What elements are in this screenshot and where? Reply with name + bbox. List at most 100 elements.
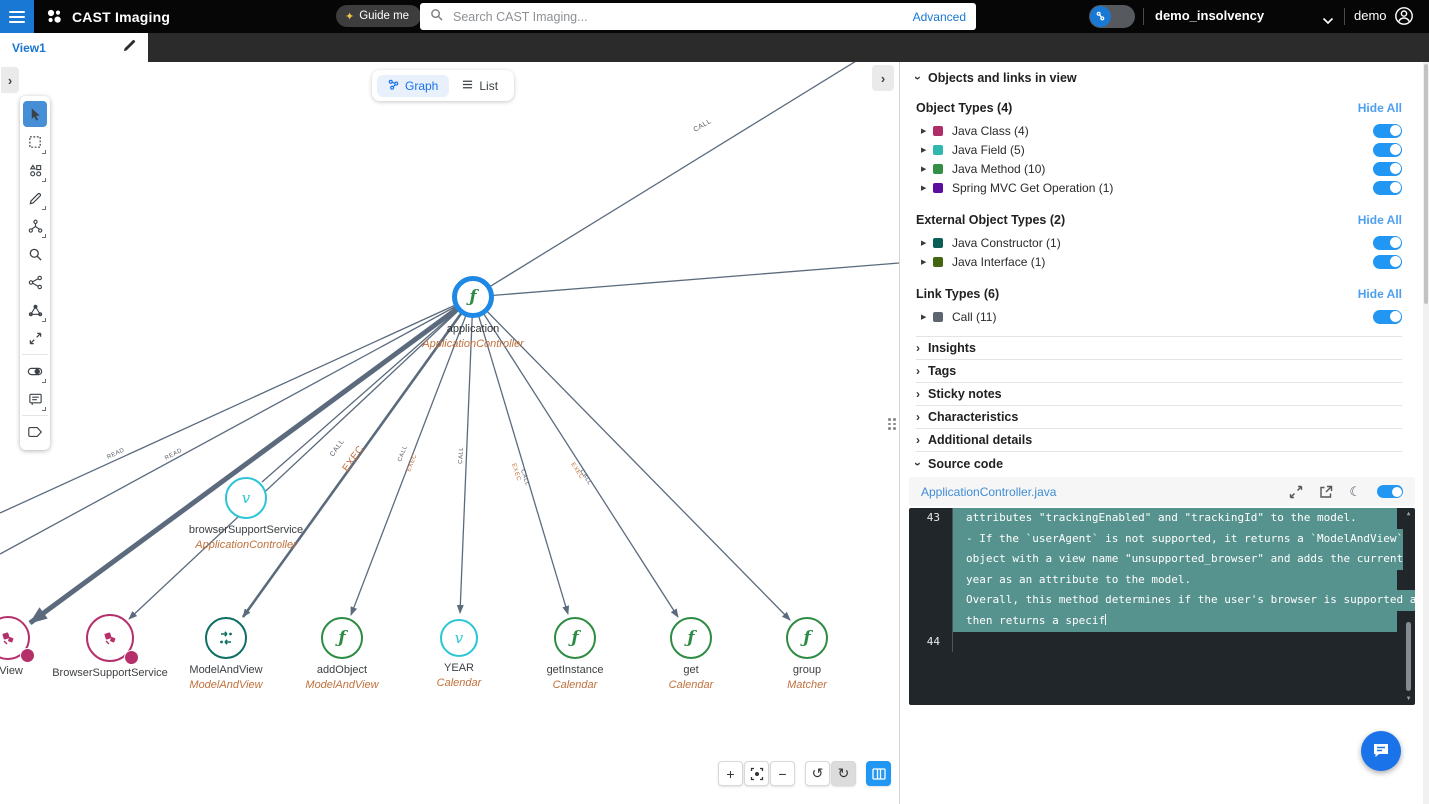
type-row[interactable]: ▶ Java Class (4): [916, 121, 1402, 140]
source-file-name[interactable]: ApplicationController.java: [921, 485, 1273, 499]
type-color-swatch: [933, 183, 943, 193]
type-row[interactable]: ▶ Call (11): [916, 307, 1402, 326]
expand-triangle-icon[interactable]: ▶: [921, 127, 933, 135]
section-source-code[interactable]: › Source code: [916, 451, 1402, 475]
tag-tool[interactable]: [23, 419, 47, 445]
hamburger-menu-button[interactable]: [0, 0, 34, 33]
visibility-toggle[interactable]: [1373, 162, 1402, 176]
graph-icon: [388, 79, 399, 93]
workspace-name[interactable]: demo_insolvency: [1155, 8, 1264, 23]
dark-mode-icon[interactable]: ☾: [1349, 484, 1361, 500]
guide-me-button[interactable]: ✦ Guide me: [336, 5, 421, 27]
search-icon: [430, 8, 443, 26]
visibility-toggle[interactable]: [1373, 124, 1402, 138]
hide-all-external-object-types[interactable]: Hide All: [1358, 213, 1402, 227]
workspace-chevron-down-icon[interactable]: [1322, 12, 1334, 30]
hide-all-link-types[interactable]: Hide All: [1358, 287, 1402, 301]
add-objects-tool[interactable]: [23, 157, 47, 183]
type-color-swatch: [933, 312, 943, 322]
zoom-out-button[interactable]: −: [770, 761, 795, 786]
username[interactable]: demo: [1354, 8, 1387, 23]
zoom-fit-button[interactable]: [744, 761, 769, 786]
graph-view-tab[interactable]: Graph: [377, 75, 449, 97]
section-objects-and-links[interactable]: › Objects and links in view: [916, 66, 1402, 90]
node-ModelAndView[interactable]: [205, 617, 247, 659]
source-code-viewer[interactable]: 43 attributes "trackingEnabled" and "tra…: [909, 508, 1415, 705]
expand-tool[interactable]: [23, 325, 47, 351]
expand-triangle-icon[interactable]: ▶: [921, 146, 933, 154]
user-avatar-icon[interactable]: [1394, 6, 1414, 31]
expand-triangle-icon[interactable]: ▶: [921, 239, 933, 247]
type-row[interactable]: ▶ Java Constructor (1): [916, 233, 1402, 252]
expand-triangle-icon[interactable]: ▶: [921, 165, 933, 173]
visibility-toggle[interactable]: [1373, 143, 1402, 157]
node-YEAR[interactable]: v: [440, 619, 478, 657]
node-BrowserSupportService[interactable]: [86, 614, 134, 662]
edit-view-name-icon[interactable]: [123, 39, 136, 57]
page-scrollbar[interactable]: [1423, 62, 1429, 804]
source-file-bar: ApplicationController.java ☾: [909, 477, 1415, 506]
visibility-toggle[interactable]: [1373, 310, 1402, 324]
code-scrollbar[interactable]: ▲ ▼: [1404, 510, 1413, 703]
code-line: object with a view name "unsupported_bro…: [909, 549, 1415, 570]
select-tool[interactable]: [23, 101, 47, 127]
open-in-new-window-icon[interactable]: [1319, 485, 1333, 499]
graph-edge[interactable]: [473, 263, 899, 297]
workspace-switcher-toggle[interactable]: [1089, 5, 1135, 28]
graph-edge[interactable]: [473, 62, 861, 297]
zoom-in-button[interactable]: +: [718, 761, 743, 786]
node-application[interactable]: ƒ: [452, 276, 494, 318]
type-row[interactable]: ▶ Java Method (10): [916, 159, 1402, 178]
left-panel-expand-button[interactable]: ›: [1, 67, 19, 93]
undo-button[interactable]: ↺: [805, 761, 830, 786]
section-sticky-notes[interactable]: › Sticky notes: [916, 382, 1402, 405]
graph-edge[interactable]: [30, 297, 473, 623]
hide-all-object-types[interactable]: Hide All: [1358, 101, 1402, 115]
toggle-tool[interactable]: [23, 358, 47, 384]
section-additional-details[interactable]: › Additional details: [916, 428, 1402, 451]
source-theme-toggle[interactable]: [1377, 485, 1403, 498]
hierarchy-tool[interactable]: [23, 213, 47, 239]
visibility-toggle[interactable]: [1373, 181, 1402, 195]
node-getInstance[interactable]: ƒ: [554, 617, 596, 659]
right-panel-collapse-button[interactable]: ›: [872, 65, 894, 91]
tab-view1[interactable]: View1: [0, 33, 148, 62]
group-tool[interactable]: [23, 297, 47, 323]
section-characteristics[interactable]: › Characteristics: [916, 405, 1402, 428]
type-row[interactable]: ▶ Java Field (5): [916, 140, 1402, 159]
node-get[interactable]: ƒ: [670, 617, 712, 659]
panel-resize-handle[interactable]: [888, 418, 896, 430]
chevron-right-icon: ›: [916, 341, 920, 355]
expand-triangle-icon[interactable]: ▶: [921, 184, 933, 192]
expand-source-icon[interactable]: [1289, 485, 1303, 499]
list-view-tab[interactable]: List: [451, 75, 509, 97]
graph-canvas[interactable]: CALLREADREADCALLEXECCALLEXECCALLEXECCALL…: [0, 62, 899, 804]
app-title: CAST Imaging: [72, 9, 170, 25]
zoom-controls: + −↺↻: [718, 761, 892, 786]
graph-edge[interactable]: [262, 297, 473, 482]
search-tool[interactable]: [23, 241, 47, 267]
node-addObject[interactable]: ƒ: [321, 617, 363, 659]
chevron-down-icon: ›: [911, 462, 925, 466]
visibility-toggle[interactable]: [1373, 255, 1402, 269]
expand-triangle-icon[interactable]: ▶: [921, 313, 933, 321]
section-tags[interactable]: › Tags: [916, 359, 1402, 382]
edit-tool[interactable]: [23, 185, 47, 211]
hamburger-icon: [9, 8, 25, 26]
marquee-select-tool[interactable]: [23, 129, 47, 155]
chevron-right-icon: ›: [916, 410, 920, 424]
visibility-toggle[interactable]: [1373, 236, 1402, 250]
search-bar[interactable]: Search CAST Imaging... Advanced: [420, 3, 976, 30]
node-browserSupportService-field[interactable]: v: [225, 477, 267, 519]
link-tool[interactable]: [23, 269, 47, 295]
minimap-button[interactable]: [866, 761, 891, 786]
advanced-search-link[interactable]: Advanced: [913, 10, 966, 24]
type-row[interactable]: ▶ Java Interface (1): [916, 252, 1402, 271]
redo-button[interactable]: ↻: [831, 761, 856, 786]
section-insights[interactable]: › Insights: [916, 336, 1402, 359]
node-group[interactable]: ƒ: [786, 617, 828, 659]
type-row[interactable]: ▶ Spring MVC Get Operation (1): [916, 178, 1402, 197]
comment-tool[interactable]: [23, 386, 47, 412]
expand-triangle-icon[interactable]: ▶: [921, 258, 933, 266]
chat-assistant-button[interactable]: [1361, 731, 1401, 771]
